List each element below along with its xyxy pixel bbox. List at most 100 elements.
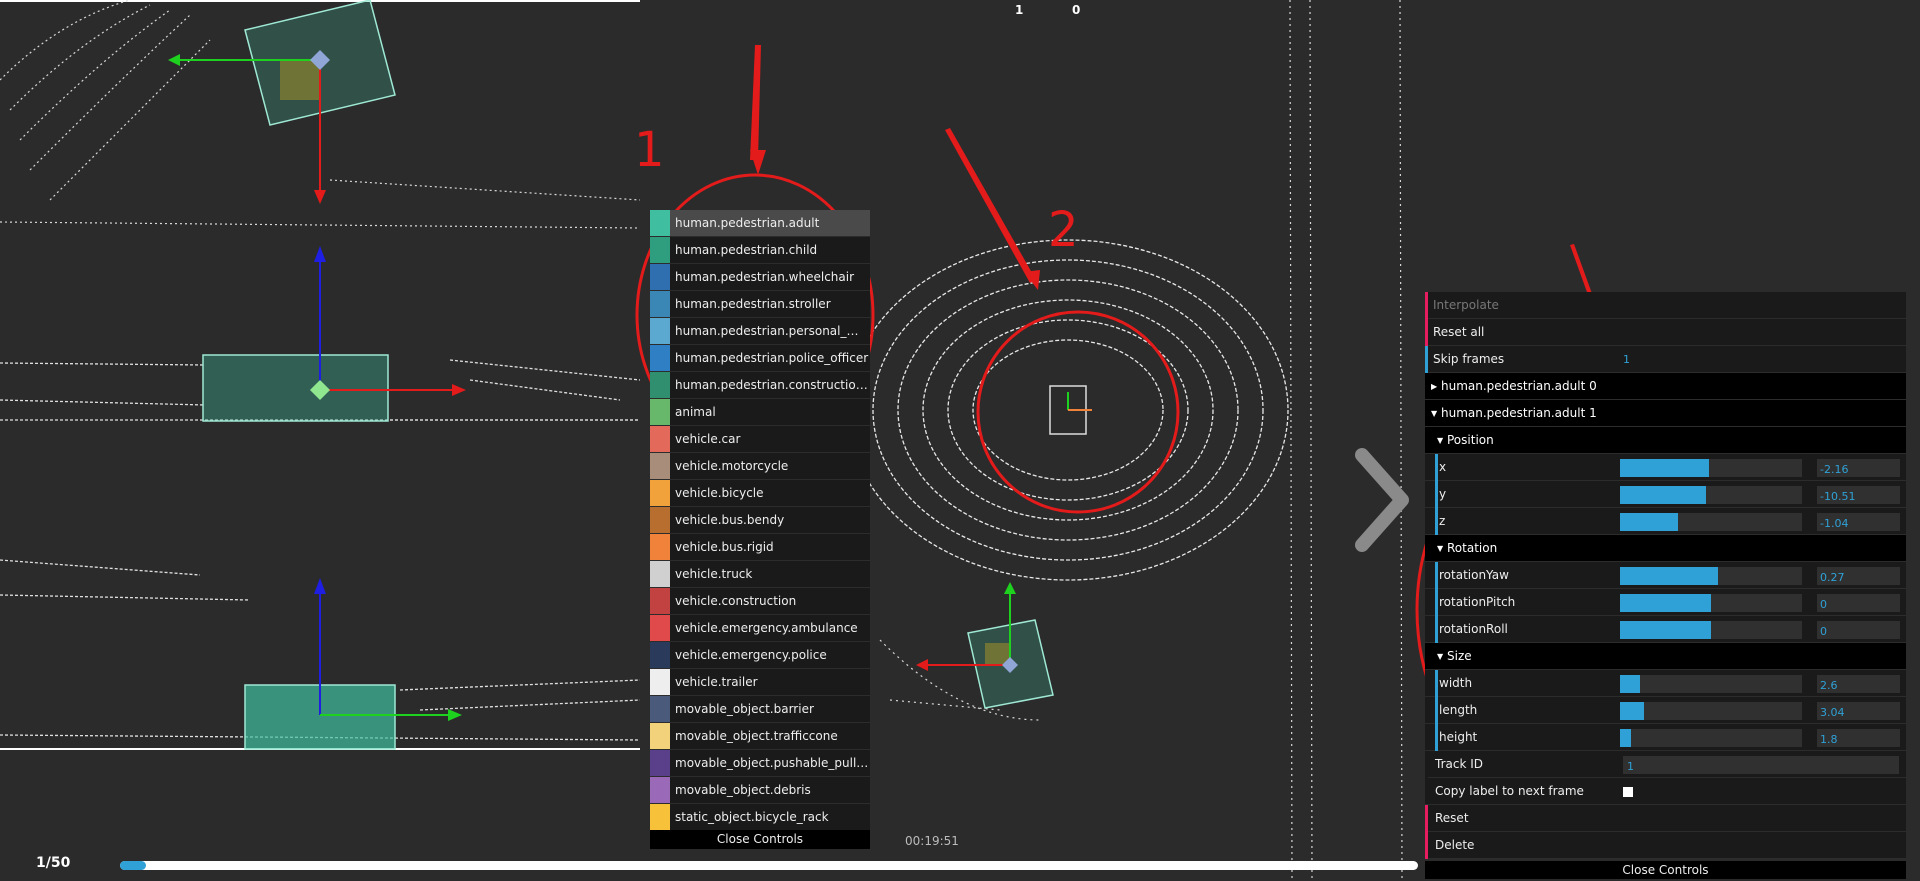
timeline-progress-bar[interactable] [120, 861, 1418, 870]
rotation-folder[interactable]: ▼ Rotation [1425, 535, 1906, 562]
class-item-label: movable_object.barrier [675, 702, 814, 716]
class-color-swatch [650, 669, 670, 695]
rotation-rotationPitch-field: rotationPitch 0 [1425, 589, 1906, 616]
class-item[interactable]: vehicle.motorcycle [650, 453, 870, 480]
class-item-label: vehicle.bicycle [675, 486, 764, 500]
rotationRoll-value-input[interactable]: 0 [1817, 621, 1900, 639]
class-color-swatch [650, 426, 670, 452]
height-slider[interactable] [1620, 729, 1802, 747]
reset-button[interactable]: Reset [1425, 805, 1906, 832]
class-color-swatch [650, 291, 670, 317]
position-folder[interactable]: ▼ Position [1425, 427, 1906, 454]
slider-fill [1620, 675, 1641, 693]
close-controls-right-button[interactable]: Close Controls [1425, 861, 1906, 879]
object1-folder[interactable]: ▼ human.pedestrian.adult 1 [1425, 400, 1906, 427]
z-value-input[interactable]: -1.04 [1817, 513, 1900, 531]
y-value-input[interactable]: -10.51 [1817, 486, 1900, 504]
class-color-swatch [650, 399, 670, 425]
close-controls-left-button[interactable]: Close Controls [650, 830, 870, 849]
class-item-label: human.pedestrian.stroller [675, 297, 831, 311]
class-item-label: movable_object.debris [675, 783, 811, 797]
class-item-label: vehicle.emergency.police [675, 648, 827, 662]
class-item-label: vehicle.bus.bendy [675, 513, 785, 527]
copy-label-checkbox[interactable] [1623, 787, 1633, 797]
track-id-field: Track ID 1 [1425, 751, 1906, 778]
x-slider[interactable] [1620, 459, 1802, 477]
rotationRoll-slider[interactable] [1620, 621, 1802, 639]
class-item[interactable]: static_object.bicycle_rack [650, 804, 870, 831]
object0-folder[interactable]: ▶ human.pedestrian.adult 0 [1425, 373, 1906, 400]
class-item-label: vehicle.construction [675, 594, 797, 608]
caret-down-icon: ▼ [1437, 436, 1444, 445]
size-height-field: height 1.8 [1425, 724, 1906, 751]
class-item[interactable]: human.pedestrian.child [650, 237, 870, 264]
z-slider[interactable] [1620, 513, 1802, 531]
reset-label: Reset [1435, 811, 1469, 825]
class-item[interactable]: vehicle.bicycle [650, 480, 870, 507]
class-item[interactable]: vehicle.car [650, 426, 870, 453]
class-item[interactable]: human.pedestrian.adult [650, 210, 870, 237]
frame-counter: 1/50 [36, 855, 71, 871]
rotationPitch-value-input[interactable]: 0 [1817, 594, 1900, 612]
reset-all-button[interactable]: Reset all [1425, 319, 1906, 346]
class-item[interactable]: human.pedestrian.personal_mo… [650, 318, 870, 345]
class-item[interactable]: movable_object.debris [650, 777, 870, 804]
class-item[interactable]: vehicle.construction [650, 588, 870, 615]
timeline-progress-fill [120, 861, 146, 870]
position-title: Position [1447, 433, 1494, 447]
class-item[interactable]: human.pedestrian.wheelchair [650, 264, 870, 291]
x-value-input[interactable]: -2.16 [1817, 459, 1900, 477]
interpolate-label: Interpolate [1433, 298, 1499, 312]
copy-label-row: Copy label to next frame [1425, 778, 1906, 805]
class-item[interactable]: vehicle.emergency.police [650, 642, 870, 669]
annotation-number-2: 2 [1048, 202, 1079, 258]
position-y-field: y -10.51 [1425, 481, 1906, 508]
size-folder[interactable]: ▼ Size [1425, 643, 1906, 670]
class-item-label: movable_object.pushable_pullable [675, 756, 870, 770]
object1-title: human.pedestrian.adult 1 [1441, 406, 1597, 420]
field-label: rotationPitch [1439, 595, 1516, 609]
width-value-input[interactable]: 2.6 [1817, 675, 1900, 693]
class-color-swatch [650, 750, 670, 776]
skip-frames-field: Skip frames 1 [1425, 346, 1906, 373]
class-item[interactable]: vehicle.emergency.ambulance [650, 615, 870, 642]
field-label: length [1439, 703, 1478, 717]
class-color-swatch [650, 534, 670, 560]
object-controls-panel: Interpolate Reset all Skip frames 1 ▶ hu… [1425, 292, 1906, 859]
rotationYaw-value-input[interactable]: 0.27 [1817, 567, 1900, 585]
class-item[interactable]: human.pedestrian.stroller [650, 291, 870, 318]
length-slider[interactable] [1620, 702, 1802, 720]
class-color-swatch [650, 804, 670, 830]
track-id-input[interactable]: 1 [1623, 756, 1899, 774]
slider-fill [1620, 729, 1631, 747]
y-slider[interactable] [1620, 486, 1802, 504]
class-item[interactable]: movable_object.trafficcone [650, 723, 870, 750]
class-item-label: animal [675, 405, 716, 419]
class-item[interactable]: human.pedestrian.police_officer [650, 345, 870, 372]
caret-down-icon: ▼ [1431, 409, 1438, 418]
skip-frames-value[interactable]: 1 [1623, 346, 1630, 373]
class-item[interactable]: movable_object.barrier [650, 696, 870, 723]
class-item[interactable]: human.pedestrian.construction_… [650, 372, 870, 399]
caret-down-icon: ▼ [1437, 652, 1444, 661]
class-item-label: vehicle.emergency.ambulance [675, 621, 858, 635]
class-item[interactable]: vehicle.truck [650, 561, 870, 588]
class-item[interactable]: vehicle.bus.bendy [650, 507, 870, 534]
rotationPitch-slider[interactable] [1620, 594, 1802, 612]
class-item[interactable]: vehicle.trailer [650, 669, 870, 696]
length-value-input[interactable]: 3.04 [1817, 702, 1900, 720]
class-item[interactable]: movable_object.pushable_pullable [650, 750, 870, 777]
delete-button[interactable]: Delete [1425, 832, 1906, 859]
class-color-swatch [650, 480, 670, 506]
class-item[interactable]: animal [650, 399, 870, 426]
interpolate-button[interactable]: Interpolate [1425, 292, 1906, 319]
annotation-number-1: 1 [634, 122, 665, 178]
class-color-swatch [650, 264, 670, 290]
width-slider[interactable] [1620, 675, 1802, 693]
height-value-input[interactable]: 1.8 [1817, 729, 1900, 747]
class-item[interactable]: vehicle.bus.rigid [650, 534, 870, 561]
slider-fill [1620, 486, 1706, 504]
class-item-label: vehicle.motorcycle [675, 459, 789, 473]
rotationYaw-slider[interactable] [1620, 567, 1802, 585]
class-item-label: human.pedestrian.wheelchair [675, 270, 855, 284]
